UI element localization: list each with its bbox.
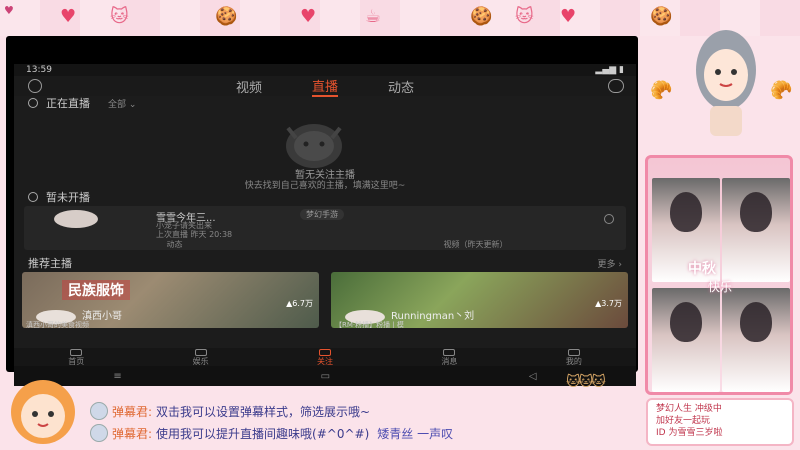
tab-label: 我的 — [565, 357, 582, 366]
system-nav-bar: ≡ ▭ ◁ — [14, 366, 636, 386]
card-banner: 民族服饰 — [62, 280, 130, 300]
avatar — [90, 424, 108, 442]
empty-subtitle: 快去找到自己喜欢的主播，填满这里吧~ — [244, 181, 406, 191]
history-icon[interactable] — [608, 79, 624, 93]
mascot-hood-character — [696, 30, 756, 136]
danmaku-item: 弹幕君: 使用我可以提升直播间趣味哦(#^0^#) 矮青丝 一声叹 — [90, 422, 630, 444]
message-icon — [443, 349, 456, 356]
app-screen: 13:59 ▂▄▆ ▮ 视频 直播 动态 正在直播 全部 ⌄ 暂无关注主播 快去… — [14, 64, 636, 386]
viewer-count: ▲3.7万 — [595, 299, 622, 308]
tab-home[interactable]: 首页 — [14, 348, 138, 366]
bottom-tab-bar: 首页 娱乐 关注 消息 我的 — [14, 348, 636, 366]
menu-icon[interactable]: ≡ — [113, 371, 121, 382]
offline-streamer-card[interactable]: 雪雪今年三... 梦幻手游 小笼子请笑出来 上次直播 昨天 20:38 动态 视… — [24, 206, 626, 250]
recommend-card[interactable]: ▲3.7万 Runningman丶刘 【RM·粉播】粉播 | 模 — [331, 272, 628, 328]
tab-label: 消息 — [441, 357, 458, 366]
tv-icon — [194, 349, 207, 356]
brand-logo: ♥ — [4, 4, 14, 17]
danmaku-item: 弹幕君: 双击我可以设置弹幕样式，筛选展示哦~ — [90, 400, 630, 422]
danmaku-text: 使用我可以提升直播间趣味哦(#^0^#) — [156, 426, 370, 441]
note-line: 加好友一起玩 — [656, 416, 711, 426]
tab-follow[interactable]: 关注 — [263, 348, 387, 366]
tab-label: 关注 — [317, 357, 334, 366]
streamer-photo — [722, 178, 790, 282]
cat-decoration: 🐱 — [110, 6, 129, 27]
cookie-decoration: 🍪 — [215, 6, 238, 27]
tab-me[interactable]: 我的 — [512, 348, 636, 366]
more-icon[interactable] — [604, 214, 614, 224]
note-line: ID 为雪雪三岁啦 — [656, 428, 723, 438]
phone-screen-frame: 13:59 ▂▄▆ ▮ 视频 直播 动态 正在直播 全部 ⌄ 暂无关注主播 快去… — [6, 36, 638, 386]
streamer-info-note: 梦幻人生 冲级中 加好友一起玩 ID 为雪雪三岁啦 — [646, 398, 794, 446]
offline-header: 暂未开播 — [14, 190, 636, 204]
viewer-count: ▲6.7万 — [286, 299, 313, 308]
tab-entertain[interactable]: 娱乐 — [138, 348, 262, 366]
danmaku-extra: 矮青丝 一声叹 — [377, 426, 454, 441]
card-subtitle: 【RM·粉播】粉播 | 模 — [335, 321, 404, 328]
heart-decoration: ♥ — [60, 6, 77, 27]
live-filter-dropdown[interactable]: 全部 ⌄ — [108, 97, 136, 110]
status-time: 13:59 — [26, 65, 52, 75]
home-button-icon[interactable]: ▭ — [321, 371, 330, 382]
tab-live[interactable]: 直播 — [311, 76, 338, 97]
tab-label: 首页 — [68, 357, 85, 366]
home-icon — [70, 349, 83, 356]
card-subtitle: 滇西小哥的美食视频 — [26, 321, 89, 328]
danmaku-user: 弹幕君: — [112, 404, 153, 419]
cats-decoration-icon: 🐱🐱🐱 — [566, 374, 606, 390]
cookie-decoration: 🍪 — [470, 6, 493, 27]
tab-label: 娱乐 — [192, 357, 209, 366]
tab-video[interactable]: 视频 — [236, 77, 262, 96]
recommend-more-link[interactable]: 更多 › — [598, 257, 622, 270]
streamer-photo — [652, 288, 720, 392]
top-nav: 视频 直播 动态 — [14, 76, 636, 97]
streamer-photo — [722, 288, 790, 392]
recommend-header: 推荐主播 更多 › — [14, 256, 636, 270]
back-icon[interactable]: ◁ — [529, 371, 537, 382]
user-icon — [567, 349, 580, 356]
croissant-decoration: 🥐 — [650, 80, 673, 101]
live-now-title: 正在直播 — [46, 97, 90, 110]
avatar — [90, 402, 108, 420]
clock-icon — [28, 192, 38, 202]
croissant-decoration: 🥐 — [770, 80, 793, 101]
empty-follow-state: 暂无关注主播 快去找到自己喜欢的主播，填满这里吧~ — [14, 110, 636, 191]
tab-videos[interactable]: 视频（昨天更新） — [325, 239, 626, 250]
live-icon — [28, 98, 38, 108]
game-badge: 梦幻手游 — [300, 209, 344, 220]
heart-decoration: ♥ — [560, 6, 577, 27]
danmaku-text: 双击我可以设置弹幕样式，筛选展示哦~ — [156, 404, 371, 419]
recommend-title: 推荐主播 — [28, 257, 72, 270]
cat-decoration: 🐱 — [515, 6, 534, 27]
danmaku-user: 弹幕君: — [112, 426, 153, 441]
note-line: 梦幻人生 冲级中 — [656, 404, 722, 414]
cup-decoration: ☕ — [365, 6, 382, 27]
recommend-card[interactable]: 民族服饰 ▲6.7万 滇西小哥 滇西小哥的美食视频 — [22, 272, 319, 328]
panel-caption: 快乐 — [708, 280, 733, 294]
streamer-camera-panel: 中秋 快乐 — [645, 155, 793, 395]
empty-mascot-icon — [286, 124, 342, 168]
offline-card-tabs: 动态 视频（昨天更新） — [24, 239, 626, 250]
tab-feed[interactable]: 动态 — [388, 77, 414, 96]
tab-dynamic[interactable]: 动态 — [24, 239, 325, 250]
heart-decoration: ♥ — [300, 6, 317, 27]
search-icon[interactable] — [28, 79, 42, 93]
status-bar: 13:59 ▂▄▆ ▮ — [14, 64, 636, 76]
recommend-grid: 民族服饰 ▲6.7万 滇西小哥 滇西小哥的美食视频 ▲3.7万 Runningm… — [14, 270, 636, 330]
avatar — [54, 210, 98, 228]
danmaku-list: 弹幕君: 双击我可以设置弹幕样式，筛选展示哦~ 弹幕君: 使用我可以提升直播间趣… — [90, 400, 630, 448]
status-signal: ▂▄▆ ▮ — [595, 65, 624, 75]
cookie-decoration: 🍪 — [650, 6, 673, 27]
panel-caption: 中秋 — [688, 261, 716, 277]
mascot-umaru-character — [11, 380, 75, 444]
tab-messages[interactable]: 消息 — [387, 348, 511, 366]
heart-icon — [319, 349, 332, 356]
live-now-header: 正在直播 全部 ⌄ — [14, 96, 636, 110]
offline-title: 暂未开播 — [46, 191, 90, 204]
